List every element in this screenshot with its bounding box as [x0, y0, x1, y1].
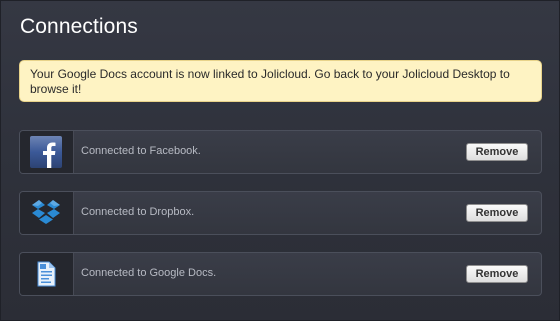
- connection-status: Connected to Facebook.: [81, 145, 201, 157]
- dropbox-icon: [32, 200, 60, 224]
- connection-row-facebook: Connected to Facebook. Remove: [19, 130, 542, 174]
- facebook-icon: [30, 136, 62, 168]
- connection-icon-box: [20, 192, 74, 234]
- notice-text: Your Google Docs account is now linked t…: [30, 67, 510, 96]
- connection-row-dropbox: Connected to Dropbox. Remove: [19, 191, 542, 235]
- remove-google-docs-button[interactable]: Remove: [466, 265, 528, 283]
- notice-banner: Your Google Docs account is now linked t…: [19, 60, 542, 102]
- remove-dropbox-button[interactable]: Remove: [466, 204, 528, 222]
- connection-icon-box: [20, 131, 74, 173]
- connections-panel: Connections Your Google Docs account is …: [0, 0, 560, 321]
- remove-facebook-button[interactable]: Remove: [466, 143, 528, 161]
- connection-status: Connected to Dropbox.: [81, 206, 195, 218]
- page-title: Connections: [20, 15, 138, 38]
- connection-row-google-docs: Connected to Google Docs. Remove: [19, 252, 542, 296]
- connection-status: Connected to Google Docs.: [81, 267, 217, 279]
- connection-icon-box: [20, 253, 74, 295]
- google-docs-icon: [37, 261, 56, 287]
